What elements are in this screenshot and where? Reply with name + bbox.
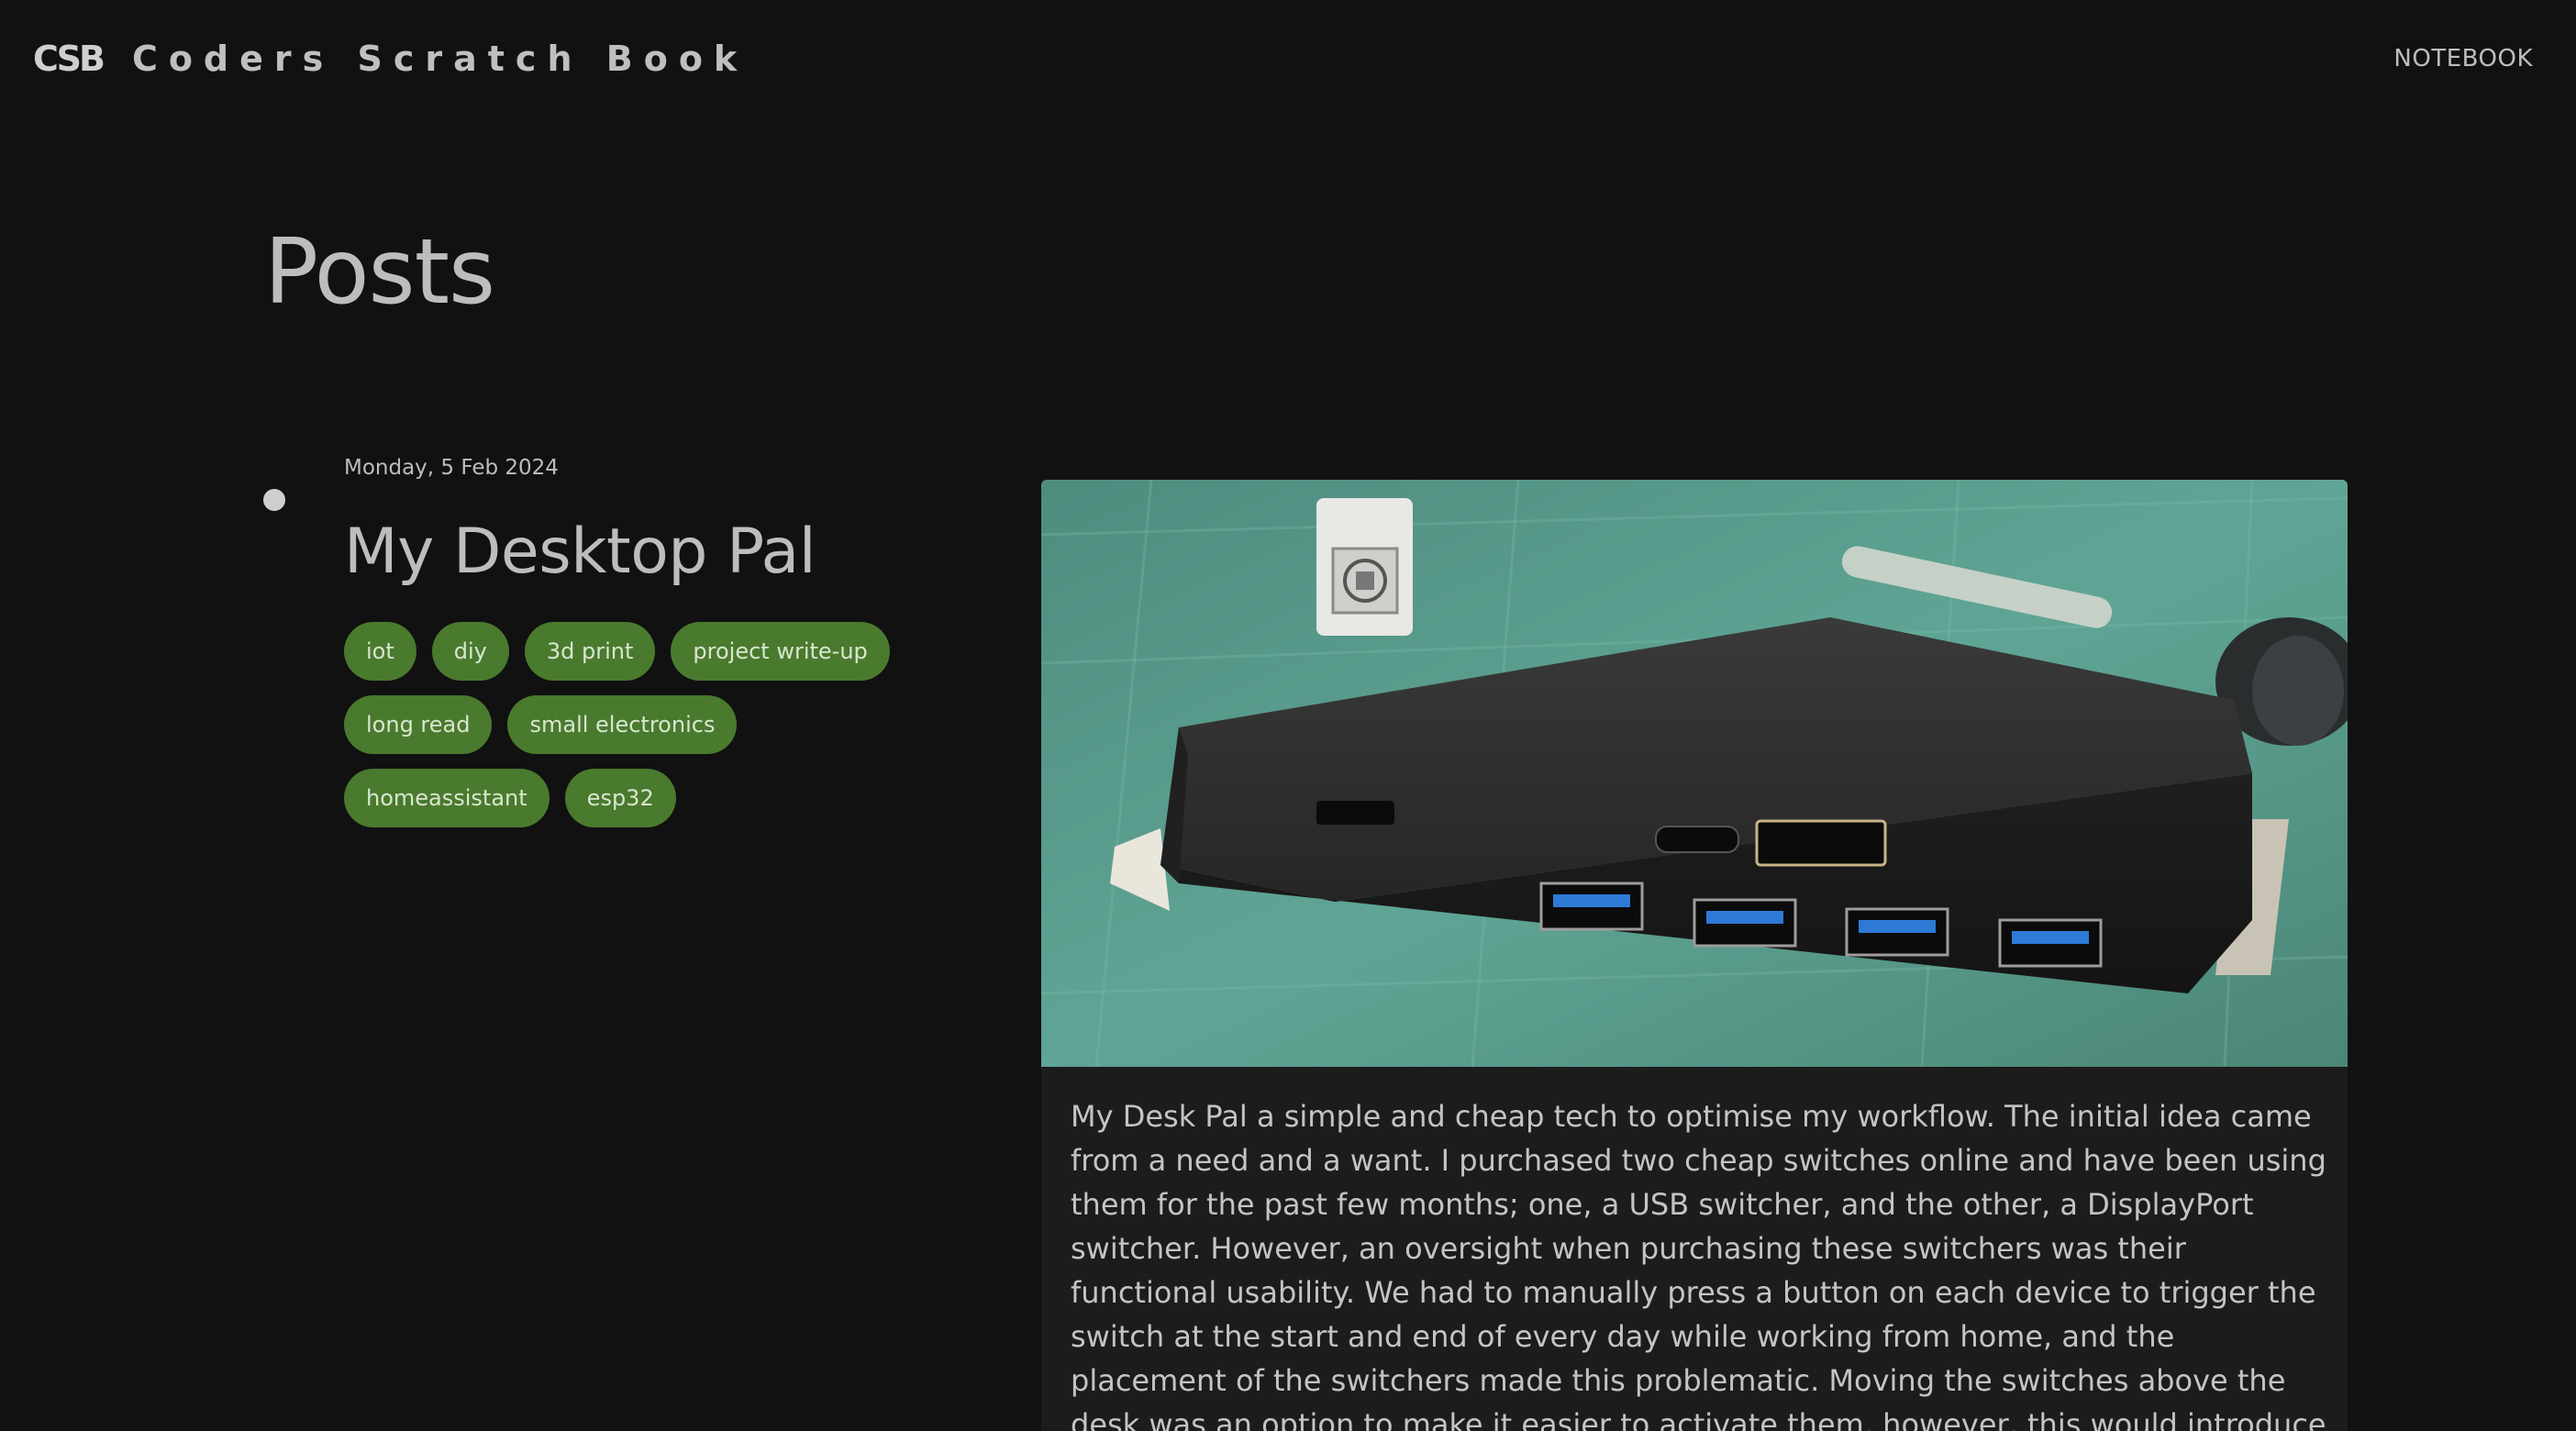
post-date: Monday, 5 Feb 2024 — [344, 456, 559, 480]
site-header: CSB Coders Scratch Book NOTEBOOK — [0, 0, 2576, 117]
site-name: Coders Scratch Book — [131, 39, 749, 79]
tag-list: iot diy 3d print project write-up long r… — [344, 622, 931, 827]
post-title-link[interactable]: My Desktop Pal — [344, 516, 816, 588]
tag-homeassistant[interactable]: homeassistant — [344, 769, 550, 827]
tag-project-write-up[interactable]: project write-up — [671, 622, 890, 681]
tag-3d-print[interactable]: 3d print — [524, 622, 656, 681]
tag-long-read[interactable]: long read — [344, 695, 493, 754]
page-title: Posts — [264, 220, 495, 325]
home-link[interactable]: CSB Coders Scratch Book — [33, 39, 748, 79]
tag-diy[interactable]: diy — [431, 622, 509, 681]
page: CSB Coders Scratch Book NOTEBOOK Posts M… — [0, 0, 2576, 1431]
tag-small-electronics[interactable]: small electronics — [507, 695, 738, 754]
post-card[interactable]: My Desk Pal a simple and cheap tech to o… — [1041, 480, 2348, 1431]
timeline-dot — [263, 489, 285, 511]
post-cover-image[interactable] — [1041, 480, 2348, 1067]
tag-esp32[interactable]: esp32 — [564, 769, 676, 827]
site-logo: CSB — [33, 39, 105, 79]
nav-notebook-link[interactable]: NOTEBOOK — [2393, 45, 2533, 72]
tag-iot[interactable]: iot — [344, 622, 416, 681]
post-excerpt: My Desk Pal a simple and cheap tech to o… — [1071, 1099, 2326, 1431]
